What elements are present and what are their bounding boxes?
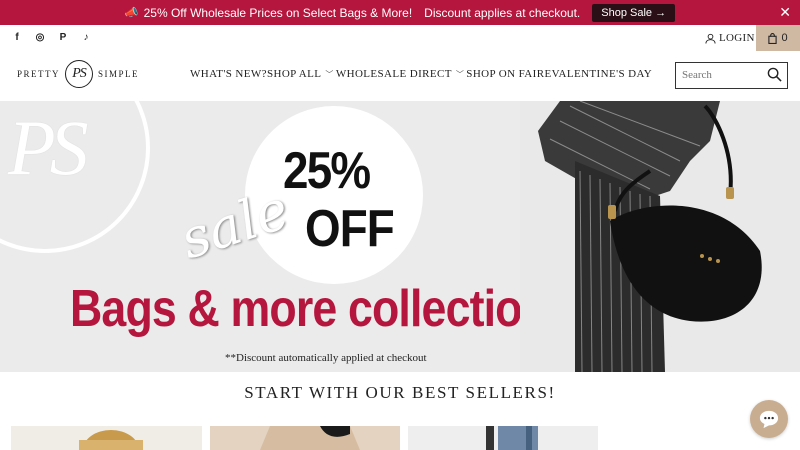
nav-label: WHOLESALE DIRECT: [335, 68, 452, 80]
nav-wholesale-direct[interactable]: WHOLESALE DIRECT ﹀: [336, 68, 466, 80]
utility-bar: f ◎ P ♪ LOGIN: [0, 25, 800, 51]
user-icon: [705, 33, 716, 44]
chevron-down-icon: ﹀: [325, 69, 334, 79]
product-card[interactable]: [408, 426, 598, 450]
brand-logo[interactable]: PRETTY PS SIMPLE: [17, 60, 139, 88]
chat-bubble-icon: [759, 410, 779, 429]
product-card[interactable]: [11, 426, 202, 450]
megaphone-icon: 📣: [124, 7, 139, 19]
social-links: f ◎ P ♪: [11, 31, 92, 43]
model-with-bag-photo: [520, 101, 800, 372]
pinterest-icon[interactable]: P: [57, 31, 69, 43]
announcement-submessage: Discount applies at checkout.: [424, 5, 581, 20]
discount-percent: 25%: [283, 142, 371, 200]
product-card[interactable]: [210, 426, 400, 450]
instagram-icon[interactable]: ◎: [34, 31, 46, 43]
chat-button[interactable]: [750, 400, 788, 438]
nav-valentines-day[interactable]: VALENTINE'S DAY: [552, 68, 653, 80]
search-input[interactable]: [682, 69, 762, 81]
nav-shop-on-faire[interactable]: SHOP ON FAIRE: [466, 68, 551, 80]
hero-headline: Bags & more collection: [70, 280, 549, 338]
search-icon[interactable]: [767, 67, 782, 82]
announcement-message: 25% Off Wholesale Prices on Select Bags …: [143, 5, 413, 20]
login-label: LOGIN: [719, 32, 755, 44]
product-image: [260, 426, 360, 450]
cart-button[interactable]: 0: [756, 25, 800, 51]
cart-count: 0: [781, 32, 788, 44]
bag-icon: [768, 32, 778, 44]
nav-label: WHAT'S NEW?: [190, 68, 267, 80]
discount-off: OFF: [305, 200, 395, 258]
facebook-icon[interactable]: f: [11, 31, 23, 43]
tiktok-icon[interactable]: ♪: [80, 31, 92, 43]
announcement-bar: 📣 25% Off Wholesale Prices on Select Bag…: [0, 0, 800, 25]
search-box: [675, 62, 788, 89]
main-nav: WHAT'S NEW? SHOP ALL ﹀ WHOLESALE DIRECT ﹀ …: [190, 68, 652, 80]
nav-label: SHOP ON FAIRE: [466, 68, 552, 80]
brand-mark: PS: [65, 60, 94, 88]
hero-banner[interactable]: PS 25% OFF sale Bags & more collection *…: [0, 101, 800, 372]
product-image: [79, 430, 143, 450]
best-sellers-title: START WITH OUR BEST SELLERS!: [244, 383, 556, 402]
nav-label: SHOP ALL: [266, 68, 322, 80]
nav-whats-new[interactable]: WHAT'S NEW?: [190, 68, 267, 80]
login-link[interactable]: LOGIN: [705, 32, 755, 44]
brand-word-simple: SIMPLE: [98, 69, 140, 79]
shop-sale-button[interactable]: Shop Sale →: [592, 3, 676, 22]
chevron-down-icon: ﹀: [455, 69, 465, 79]
nav-label: VALENTINE'S DAY: [551, 68, 653, 80]
product-image: [486, 426, 538, 450]
hero-logo-mark: PS: [8, 104, 89, 191]
nav-shop-all[interactable]: SHOP ALL ﹀: [267, 68, 336, 80]
hero-note: **Discount automatically applied at chec…: [225, 352, 427, 364]
site-header: PRETTY PS SIMPLE WHAT'S NEW? SHOP ALL ﹀ W…: [0, 51, 800, 101]
close-icon[interactable]: ✕: [779, 4, 791, 21]
brand-word-pretty: PRETTY: [17, 69, 61, 79]
